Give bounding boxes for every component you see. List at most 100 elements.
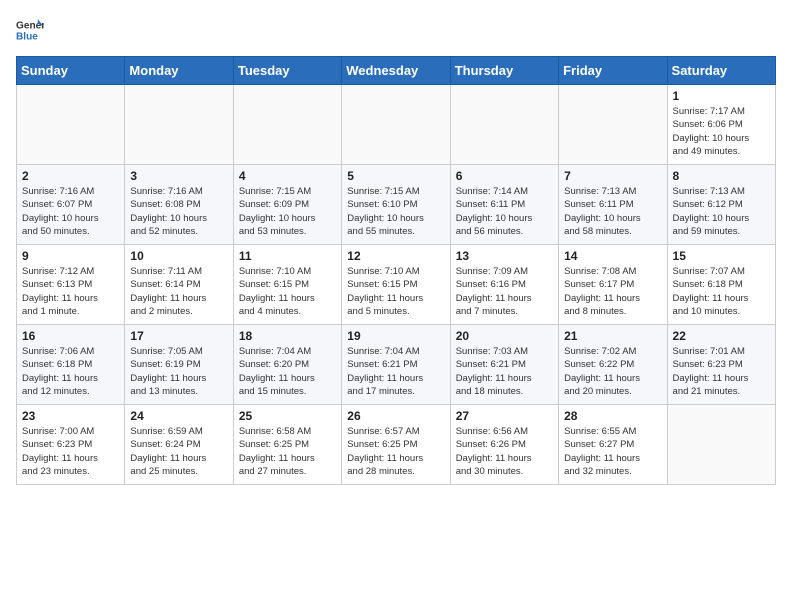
day-number: 5 [347, 169, 444, 183]
day-info: Sunrise: 7:06 AM Sunset: 6:18 PM Dayligh… [22, 345, 119, 398]
day-number: 8 [673, 169, 770, 183]
calendar-cell: 17 Sunrise: 7:05 AM Sunset: 6:19 PM Dayli… [125, 325, 233, 405]
day-number: 11 [239, 249, 336, 263]
week-row-1: 2 Sunrise: 7:16 AM Sunset: 6:07 PM Daylig… [17, 165, 776, 245]
week-row-2: 9 Sunrise: 7:12 AM Sunset: 6:13 PM Daylig… [17, 245, 776, 325]
day-info: Sunrise: 7:11 AM Sunset: 6:14 PM Dayligh… [130, 265, 227, 318]
day-number: 17 [130, 329, 227, 343]
calendar-cell: 21Sunrise: 7:02 AM Sunset: 6:22 PM Dayli… [559, 325, 667, 405]
day-number: 14 [564, 249, 661, 263]
day-header-tuesday: Tuesday [233, 57, 341, 85]
calendar-cell: 3Sunrise: 7:16 AM Sunset: 6:08 PM Daylig… [125, 165, 233, 245]
day-info: Sunrise: 7:13 AM Sunset: 6:12 PM Dayligh… [673, 185, 770, 238]
day-number: 6 [456, 169, 553, 183]
calendar-cell: 5 Sunrise: 7:15 AM Sunset: 6:10 PM Daylig… [342, 165, 450, 245]
calendar-cell: 19 Sunrise: 7:04 AM Sunset: 6:21 PM Dayli… [342, 325, 450, 405]
calendar-cell: 28 Sunrise: 6:55 AM Sunset: 6:27 PM Dayli… [559, 405, 667, 485]
svg-text:Blue: Blue [16, 31, 38, 42]
day-info: Sunrise: 7:10 AM Sunset: 6:15 PM Dayligh… [347, 265, 444, 318]
day-info: Sunrise: 6:58 AM Sunset: 6:25 PM Dayligh… [239, 425, 336, 478]
calendar-cell: 10 Sunrise: 7:11 AM Sunset: 6:14 PM Dayli… [125, 245, 233, 325]
day-number: 23 [22, 409, 119, 423]
day-number: 3 [130, 169, 227, 183]
calendar-table: SundayMondayTuesdayWednesdayThursdayFrid… [16, 56, 776, 485]
page-header: General Blue [16, 16, 776, 44]
logo: General Blue [16, 16, 44, 44]
day-number: 2 [22, 169, 119, 183]
logo-icon: General Blue [16, 16, 44, 44]
calendar-cell: 12 Sunrise: 7:10 AM Sunset: 6:15 PM Dayli… [342, 245, 450, 325]
day-info: Sunrise: 7:17 AM Sunset: 6:06 PM Dayligh… [673, 105, 770, 158]
day-number: 15 [673, 249, 770, 263]
day-info: Sunrise: 7:09 AM Sunset: 6:16 PM Dayligh… [456, 265, 553, 318]
calendar-cell: 24Sunrise: 6:59 AM Sunset: 6:24 PM Dayli… [125, 405, 233, 485]
day-info: Sunrise: 7:16 AM Sunset: 6:07 PM Dayligh… [22, 185, 119, 238]
calendar-cell [342, 85, 450, 165]
calendar-cell [125, 85, 233, 165]
day-header-sunday: Sunday [17, 57, 125, 85]
day-number: 26 [347, 409, 444, 423]
day-number: 1 [673, 89, 770, 103]
calendar-cell: 6 Sunrise: 7:14 AM Sunset: 6:11 PM Daylig… [450, 165, 558, 245]
day-info: Sunrise: 7:13 AM Sunset: 6:11 PM Dayligh… [564, 185, 661, 238]
day-number: 25 [239, 409, 336, 423]
calendar-cell: 13 Sunrise: 7:09 AM Sunset: 6:16 PM Dayli… [450, 245, 558, 325]
day-number: 9 [22, 249, 119, 263]
day-info: Sunrise: 7:07 AM Sunset: 6:18 PM Dayligh… [673, 265, 770, 318]
day-info: Sunrise: 7:02 AM Sunset: 6:22 PM Dayligh… [564, 345, 661, 398]
day-number: 16 [22, 329, 119, 343]
day-info: Sunrise: 7:14 AM Sunset: 6:11 PM Dayligh… [456, 185, 553, 238]
day-info: Sunrise: 7:12 AM Sunset: 6:13 PM Dayligh… [22, 265, 119, 318]
day-number: 13 [456, 249, 553, 263]
day-info: Sunrise: 6:59 AM Sunset: 6:24 PM Dayligh… [130, 425, 227, 478]
day-info: Sunrise: 7:05 AM Sunset: 6:19 PM Dayligh… [130, 345, 227, 398]
calendar-cell: 8 Sunrise: 7:13 AM Sunset: 6:12 PM Daylig… [667, 165, 775, 245]
calendar-cell: 1 Sunrise: 7:17 AM Sunset: 6:06 PM Daylig… [667, 85, 775, 165]
day-info: Sunrise: 7:03 AM Sunset: 6:21 PM Dayligh… [456, 345, 553, 398]
day-header-monday: Monday [125, 57, 233, 85]
calendar-cell: 7Sunrise: 7:13 AM Sunset: 6:11 PM Daylig… [559, 165, 667, 245]
week-row-0: 1 Sunrise: 7:17 AM Sunset: 6:06 PM Daylig… [17, 85, 776, 165]
day-header-saturday: Saturday [667, 57, 775, 85]
calendar-cell: 2 Sunrise: 7:16 AM Sunset: 6:07 PM Daylig… [17, 165, 125, 245]
calendar-cell: 11Sunrise: 7:10 AM Sunset: 6:15 PM Dayli… [233, 245, 341, 325]
day-info: Sunrise: 6:57 AM Sunset: 6:25 PM Dayligh… [347, 425, 444, 478]
day-info: Sunrise: 7:01 AM Sunset: 6:23 PM Dayligh… [673, 345, 770, 398]
calendar-cell: 26 Sunrise: 6:57 AM Sunset: 6:25 PM Dayli… [342, 405, 450, 485]
day-number: 12 [347, 249, 444, 263]
day-number: 10 [130, 249, 227, 263]
day-header-thursday: Thursday [450, 57, 558, 85]
calendar-cell [233, 85, 341, 165]
calendar-cell: 27 Sunrise: 6:56 AM Sunset: 6:26 PM Dayli… [450, 405, 558, 485]
day-number: 18 [239, 329, 336, 343]
day-number: 20 [456, 329, 553, 343]
day-number: 28 [564, 409, 661, 423]
calendar-cell: 14 Sunrise: 7:08 AM Sunset: 6:17 PM Dayli… [559, 245, 667, 325]
week-row-4: 23 Sunrise: 7:00 AM Sunset: 6:23 PM Dayli… [17, 405, 776, 485]
day-info: Sunrise: 7:04 AM Sunset: 6:20 PM Dayligh… [239, 345, 336, 398]
day-info: Sunrise: 7:08 AM Sunset: 6:17 PM Dayligh… [564, 265, 661, 318]
calendar-cell: 22Sunrise: 7:01 AM Sunset: 6:23 PM Dayli… [667, 325, 775, 405]
day-info: Sunrise: 6:55 AM Sunset: 6:27 PM Dayligh… [564, 425, 661, 478]
day-number: 27 [456, 409, 553, 423]
calendar-cell: 25 Sunrise: 6:58 AM Sunset: 6:25 PM Dayli… [233, 405, 341, 485]
day-number: 4 [239, 169, 336, 183]
day-info: Sunrise: 6:56 AM Sunset: 6:26 PM Dayligh… [456, 425, 553, 478]
week-row-3: 16 Sunrise: 7:06 AM Sunset: 6:18 PM Dayli… [17, 325, 776, 405]
day-info: Sunrise: 7:15 AM Sunset: 6:10 PM Dayligh… [347, 185, 444, 238]
day-info: Sunrise: 7:04 AM Sunset: 6:21 PM Dayligh… [347, 345, 444, 398]
day-info: Sunrise: 7:15 AM Sunset: 6:09 PM Dayligh… [239, 185, 336, 238]
day-number: 19 [347, 329, 444, 343]
calendar-cell [450, 85, 558, 165]
day-header-friday: Friday [559, 57, 667, 85]
calendar-cell: 18 Sunrise: 7:04 AM Sunset: 6:20 PM Dayli… [233, 325, 341, 405]
calendar-cell: 16 Sunrise: 7:06 AM Sunset: 6:18 PM Dayli… [17, 325, 125, 405]
calendar-header-row: SundayMondayTuesdayWednesdayThursdayFrid… [17, 57, 776, 85]
day-info: Sunrise: 7:00 AM Sunset: 6:23 PM Dayligh… [22, 425, 119, 478]
calendar-cell: 15 Sunrise: 7:07 AM Sunset: 6:18 PM Dayli… [667, 245, 775, 325]
calendar-cell: 4 Sunrise: 7:15 AM Sunset: 6:09 PM Daylig… [233, 165, 341, 245]
calendar-cell [17, 85, 125, 165]
calendar-cell: 9 Sunrise: 7:12 AM Sunset: 6:13 PM Daylig… [17, 245, 125, 325]
day-header-wednesday: Wednesday [342, 57, 450, 85]
calendar-cell: 20 Sunrise: 7:03 AM Sunset: 6:21 PM Dayli… [450, 325, 558, 405]
